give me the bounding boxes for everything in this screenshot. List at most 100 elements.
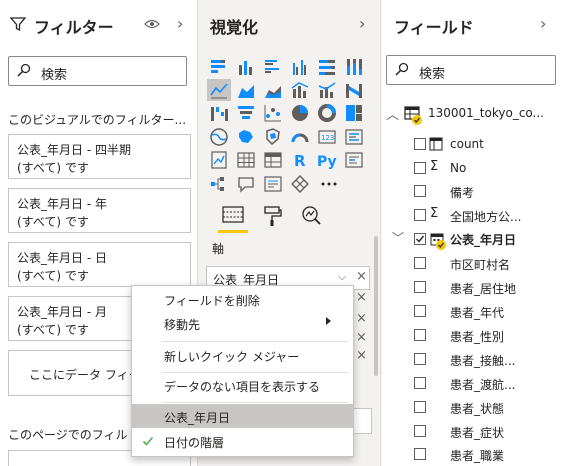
python-icon[interactable]: Py	[317, 150, 337, 170]
field-label: 備考	[450, 186, 475, 200]
used-check-badge-icon	[412, 115, 422, 125]
field-row-count[interactable]: count	[412, 134, 557, 156]
viz-scrollbar[interactable]	[374, 236, 378, 376]
area-chart-icon[interactable]	[236, 80, 256, 100]
line-stacked-column-icon[interactable]	[317, 80, 337, 100]
field-checkbox[interactable]	[414, 162, 426, 174]
chevron-down-icon[interactable]: ⌵	[338, 270, 346, 284]
close-icon[interactable]: ×	[356, 348, 367, 363]
line-clustered-column-icon[interactable]	[290, 80, 310, 100]
field-row[interactable]: 市区町村名	[412, 253, 557, 275]
field-checkbox[interactable]	[414, 425, 426, 437]
field-row[interactable]: 患者_居住地	[412, 277, 557, 299]
field-label: 患者_性別	[450, 330, 505, 344]
field-label: 市区町村名	[450, 258, 511, 272]
menu-item-date-hierarchy[interactable]: 日付の階層	[132, 429, 353, 453]
matrix-icon[interactable]	[263, 150, 283, 170]
eye-icon[interactable]	[144, 17, 160, 31]
menu-item-remove-field[interactable]: フィールドを削除	[132, 287, 353, 311]
stacked-bar-icon[interactable]	[209, 57, 229, 77]
smart-narrative-icon[interactable]	[263, 174, 283, 194]
waterfall-icon[interactable]	[209, 103, 229, 123]
field-checkbox[interactable]	[414, 401, 426, 413]
multi-row-card-icon[interactable]	[344, 127, 364, 147]
kpi-icon[interactable]	[209, 150, 229, 170]
close-icon[interactable]: ×	[356, 330, 367, 345]
field-row[interactable]: 患者_年代	[412, 301, 557, 323]
menu-item-move-to[interactable]: 移動先	[132, 311, 353, 335]
filter-card-quarter[interactable]: 公表_年月日 - 四半期 (すべて) です	[8, 134, 191, 179]
field-row[interactable]: 患者_状態	[412, 397, 557, 419]
field-checkbox[interactable]	[414, 185, 426, 197]
table-icon[interactable]	[236, 150, 256, 170]
table-node[interactable]: ︿ 130001_tokyo_co...	[386, 104, 556, 126]
field-label: 全国地方公...	[450, 210, 522, 224]
chevron-up-icon[interactable]: ︿	[386, 104, 399, 123]
field-checkbox[interactable]	[414, 281, 426, 293]
field-row-no[interactable]: Σ No	[412, 158, 557, 180]
field-row-date-hierarchy[interactable]: ﹀ 公表_年月日	[392, 229, 557, 251]
clustered-bar-icon[interactable]	[263, 57, 283, 77]
clustered-column-icon[interactable]	[290, 57, 310, 77]
collapse-filters-chevron-icon[interactable]: ›	[177, 14, 183, 33]
field-row[interactable]: 患者_性別	[412, 325, 557, 347]
filled-map-icon[interactable]	[236, 127, 256, 147]
map-icon[interactable]	[209, 127, 229, 147]
remove-field-close-icon[interactable]: ×	[356, 269, 367, 284]
fields-well-icon[interactable]	[221, 204, 245, 228]
key-influencers-icon[interactable]	[344, 150, 364, 170]
field-row[interactable]: 患者_職業	[412, 444, 557, 466]
100-stacked-column-icon[interactable]	[344, 57, 364, 77]
collapse-fields-chevron-icon[interactable]: ›	[540, 14, 546, 33]
field-checkbox[interactable]	[414, 209, 426, 221]
power-apps-icon[interactable]	[290, 174, 310, 194]
table-name: 130001_tokyo_co...	[428, 106, 544, 120]
scatter-icon[interactable]	[263, 103, 283, 123]
field-checkbox[interactable]	[414, 353, 426, 365]
fields-search-input[interactable]: 検索	[386, 55, 556, 85]
field-label: 公表_年月日	[450, 233, 517, 247]
field-row-national-code[interactable]: Σ 全国地方公...	[412, 205, 557, 227]
100-stacked-bar-icon[interactable]	[317, 57, 337, 77]
analytics-magnifier-icon[interactable]	[299, 204, 323, 228]
format-paint-roller-icon[interactable]	[261, 204, 285, 228]
close-icon[interactable]: ×	[356, 311, 367, 326]
collapse-viz-chevron-icon[interactable]: ›	[359, 14, 365, 33]
stacked-area-icon[interactable]	[263, 80, 283, 100]
decomposition-tree-icon[interactable]	[209, 174, 229, 194]
field-checkbox[interactable]	[414, 138, 426, 150]
field-checkbox[interactable]	[414, 448, 426, 460]
card-icon[interactable]: 123	[317, 127, 337, 147]
menu-item-new-quick-measure[interactable]: 新しいクイック メジャー	[132, 343, 353, 367]
sigma-icon: Σ	[430, 206, 439, 221]
field-checkbox[interactable]	[414, 257, 426, 269]
filter-card-day[interactable]: 公表_年月日 - 日 (すべて) です	[8, 242, 191, 287]
qa-icon[interactable]	[236, 174, 256, 194]
gauge-icon[interactable]	[290, 127, 310, 147]
menu-item-field-name[interactable]: 公表_年月日	[132, 404, 353, 428]
field-row[interactable]: 患者_症状	[412, 421, 557, 443]
pie-icon[interactable]	[290, 103, 310, 123]
field-row[interactable]: 患者_接触...	[412, 349, 557, 371]
r-script-icon[interactable]: R	[290, 150, 310, 170]
funnel-icon[interactable]	[236, 103, 256, 123]
donut-icon[interactable]	[317, 103, 337, 123]
field-row-notes[interactable]: 備考	[412, 181, 557, 203]
shape-map-icon[interactable]	[263, 127, 283, 147]
filter-card-year[interactable]: 公表_年月日 - 年 (すべて) です	[8, 188, 191, 233]
treemap-icon[interactable]	[344, 103, 364, 123]
field-checkbox[interactable]	[414, 329, 426, 341]
chevron-down-icon[interactable]: ﹀	[392, 229, 404, 246]
line-chart-icon[interactable]	[207, 79, 231, 101]
field-label: 患者_居住地	[450, 282, 517, 296]
close-icon[interactable]: ×	[356, 290, 367, 305]
field-checkbox[interactable]	[414, 377, 426, 389]
stacked-column-icon[interactable]	[236, 57, 256, 77]
menu-item-show-items-no-data[interactable]: データのない項目を表示する	[132, 373, 353, 397]
filters-search-input[interactable]: 検索	[8, 56, 187, 86]
field-checkbox-checked[interactable]	[414, 233, 426, 245]
field-checkbox[interactable]	[414, 305, 426, 317]
more-visuals-icon[interactable]	[319, 174, 339, 194]
field-row[interactable]: 患者_渡航...	[412, 373, 557, 395]
ribbon-chart-icon[interactable]	[344, 80, 364, 100]
